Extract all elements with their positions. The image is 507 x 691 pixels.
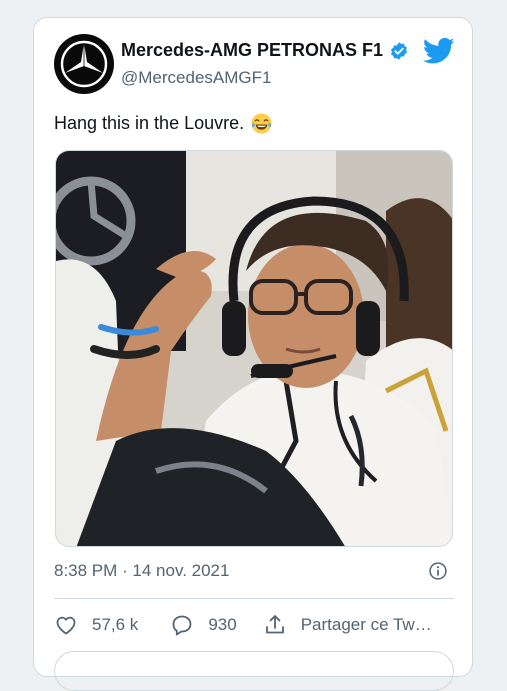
share-icon [265,615,284,634]
reply-count: 930 [208,615,237,634]
photo-illustration [56,151,452,546]
author-display-name[interactable]: Mercedes-AMG PETRONAS F1 [121,40,383,61]
read-replies-button[interactable] [54,651,454,691]
tweet-media-photo[interactable] [55,150,453,547]
tweet-card[interactable]: Mercedes-AMG PETRONAS F1 @MercedesAMGF1 … [33,17,473,691]
tweet-actions: 57,6 k 930 Partager ce Tw… [54,611,454,639]
share-button[interactable]: Partager ce Tw… [263,613,432,637]
author-handle[interactable]: @MercedesAMGF1 [121,68,271,88]
share-label: Partager ce Tw… [300,615,432,634]
like-count: 57,6 k [92,615,139,634]
face-with-tears-of-joy-icon [251,113,272,134]
twitter-bird-icon[interactable] [423,37,455,65]
action-divider [54,598,454,599]
author-name-row[interactable]: Mercedes-AMG PETRONAS F1 [121,40,409,61]
tweet-timestamp[interactable]: 8:38 PM · 14 nov. 2021 [54,561,229,581]
mercedes-star-icon [60,40,108,88]
heart-icon [56,616,76,635]
info-icon[interactable] [428,561,448,581]
page-left-gutter [0,0,30,655]
reply-icon [172,615,192,636]
like-button[interactable]: 57,6 k [54,613,138,637]
tweet-text: Hang this in the Louvre. [54,112,273,135]
avatar[interactable] [54,34,114,94]
verified-badge-icon [391,41,408,60]
reply-button[interactable]: 930 [170,613,237,637]
tweet-text-body: Hang this in the Louvre. [54,113,245,133]
